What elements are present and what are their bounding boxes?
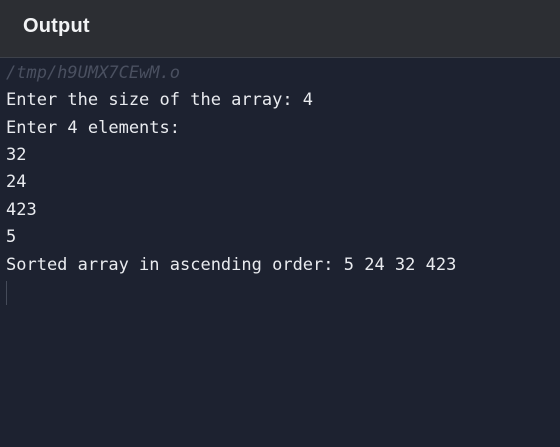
- console-line: 5: [6, 227, 17, 247]
- input-cursor[interactable]: [6, 281, 7, 305]
- executable-path: /tmp/h9UMX7CEwM.o: [6, 63, 180, 83]
- console-line: 32: [6, 145, 27, 165]
- output-panel: Output /tmp/h9UMX7CEwM.o Enter the size …: [0, 0, 560, 447]
- console-line: 24: [6, 172, 27, 192]
- console-line: 423: [6, 200, 37, 220]
- console-line: Enter the size of the array: 4: [6, 90, 314, 110]
- console-line: Sorted array in ascending order: 5 24 32…: [6, 255, 457, 275]
- console-output[interactable]: /tmp/h9UMX7CEwM.o Enter the size of the …: [0, 59, 560, 447]
- console-line: Enter 4 elements:: [6, 118, 180, 138]
- output-title: Output: [23, 15, 90, 37]
- output-header: Output: [0, 0, 560, 58]
